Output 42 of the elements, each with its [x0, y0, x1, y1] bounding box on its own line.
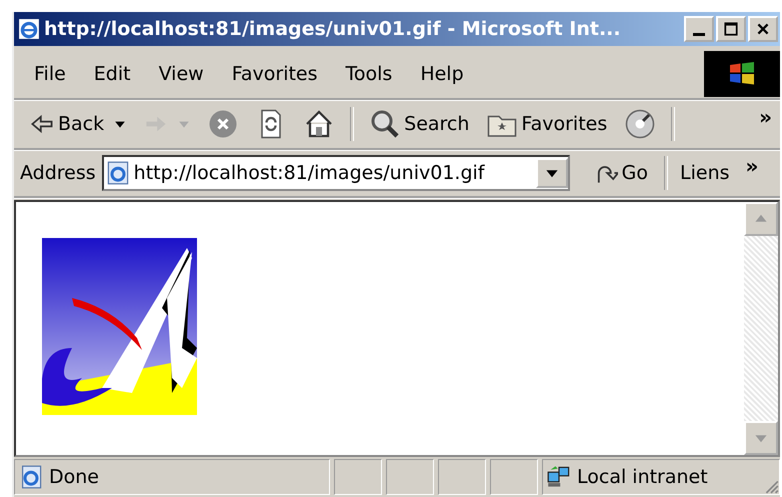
- close-icon: [755, 21, 771, 37]
- stop-icon: [208, 109, 238, 139]
- scroll-up-button[interactable]: [744, 202, 778, 236]
- network-icon: [547, 465, 571, 489]
- back-button[interactable]: Back: [24, 108, 132, 140]
- maximize-button[interactable]: [716, 16, 746, 42]
- page-icon: [106, 161, 130, 185]
- address-field[interactable]: http://localhost:81/images/univ01.gif: [102, 155, 570, 191]
- dropdown-button[interactable]: [536, 158, 568, 188]
- toolbar-overflow-button[interactable]: »: [751, 105, 780, 143]
- dial-icon: [625, 109, 656, 139]
- status-panel: [386, 459, 434, 495]
- menu-item[interactable]: Favorites: [220, 59, 330, 89]
- status-text: Done: [49, 466, 99, 488]
- close-button[interactable]: [748, 16, 778, 42]
- favorites-button[interactable]: Favorites: [481, 105, 614, 143]
- search-icon: [370, 109, 400, 139]
- home-icon: [304, 109, 334, 139]
- status-panel: [438, 459, 486, 495]
- menu-item[interactable]: Help: [408, 59, 476, 89]
- page-icon: [19, 465, 43, 489]
- browser-icon: [18, 18, 40, 40]
- menu-item[interactable]: File: [22, 59, 78, 89]
- resize-grip-icon[interactable]: [763, 478, 779, 494]
- left-arrow-icon: [30, 112, 54, 136]
- status-panel: [490, 459, 538, 495]
- menu-item[interactable]: Tools: [334, 59, 404, 89]
- zone-text: Local intranet: [577, 466, 708, 488]
- go-button[interactable]: Go: [588, 157, 654, 189]
- scroll-down-button[interactable]: [744, 421, 778, 455]
- window-title: http://localhost:81/images/univ01.gif - Microsoft Int...: [44, 18, 622, 40]
- scrollbar[interactable]: [744, 202, 778, 455]
- address-label: Address: [20, 162, 96, 184]
- menu-item[interactable]: View: [146, 59, 216, 89]
- links-button[interactable]: Liens: [678, 158, 732, 188]
- status-panel: [334, 459, 382, 495]
- maximize-icon: [723, 21, 739, 37]
- links-overflow-button[interactable]: »: [738, 154, 766, 192]
- minimize-icon: [693, 32, 705, 36]
- search-button[interactable]: Search: [364, 105, 476, 143]
- minimize-button[interactable]: [684, 16, 714, 42]
- menu-item[interactable]: Edit: [82, 59, 143, 89]
